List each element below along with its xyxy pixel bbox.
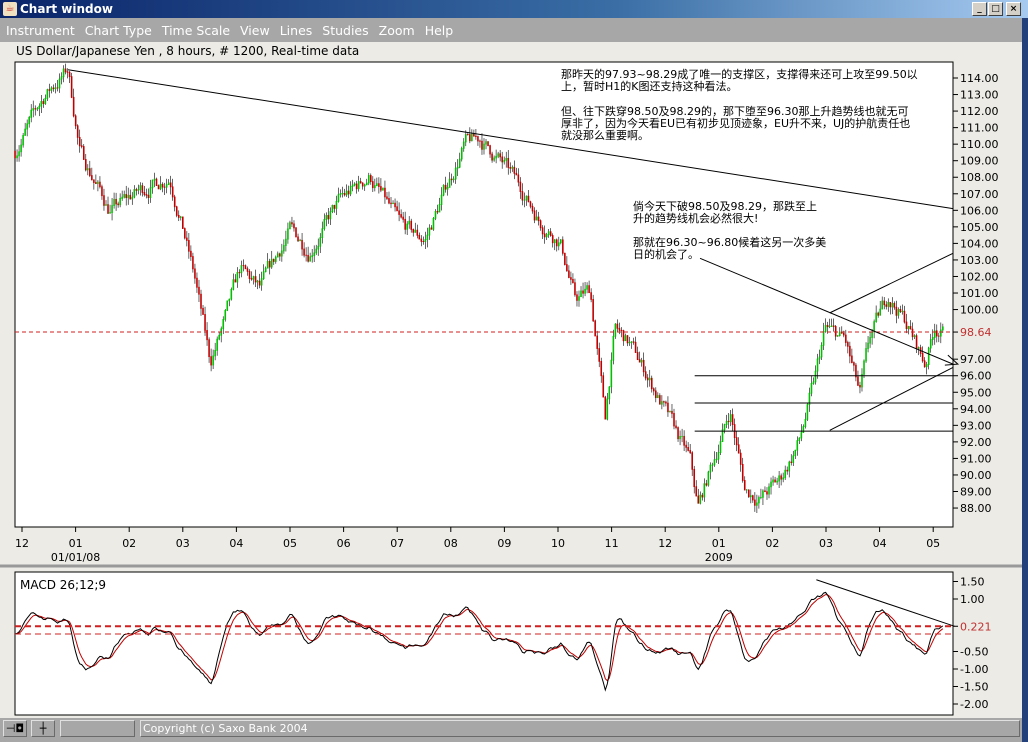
x-tick-label: 12 bbox=[15, 537, 29, 550]
status-field-empty bbox=[60, 720, 135, 737]
x-tick-label: 02 bbox=[122, 537, 136, 550]
x-tick-sublabel: 01/01/08 bbox=[51, 551, 100, 564]
x-tick-label: 08 bbox=[444, 537, 458, 550]
y-tick-label: 102.00 bbox=[960, 270, 999, 283]
y-tick-label: 101.00 bbox=[960, 287, 999, 300]
x-tick-label: 01 bbox=[712, 537, 726, 550]
y-tick-label: 96.00 bbox=[960, 370, 992, 383]
x-tick-label: 03 bbox=[176, 537, 190, 550]
x-tick-label: 01 bbox=[69, 537, 83, 550]
annotation-note-2: 但、往下跌穿98.50及98.29的，那下堕至96.30那上升趋势线也就无可 厚… bbox=[561, 105, 911, 142]
macd-y-tick-label: -0.50 bbox=[960, 646, 988, 659]
macd-y-tick-label: -1.00 bbox=[960, 663, 988, 676]
y-tick-label: 110.00 bbox=[960, 138, 999, 151]
annotation-note-4: 那就在96.30~96.80候着这另一次多美 日的机会了。 bbox=[633, 236, 827, 261]
y-tick-label: 91.00 bbox=[960, 452, 992, 465]
x-tick-label: 04 bbox=[229, 537, 243, 550]
macd-y-tick-label: 1.00 bbox=[960, 593, 985, 606]
y-tick-label: 104.00 bbox=[960, 237, 999, 250]
y-tick-label: 112.00 bbox=[960, 105, 999, 118]
y-tick-label: 111.00 bbox=[960, 122, 999, 135]
status-bar: ⊣◘ ┼ Copyright (c) Saxo Bank 2004 bbox=[0, 718, 1022, 742]
y-tick-label: 106.00 bbox=[960, 204, 999, 217]
pin-icon[interactable]: ⊣◘ bbox=[3, 720, 27, 737]
x-tick-sublabel: 2009 bbox=[705, 551, 733, 564]
y-tick-label: 92.00 bbox=[960, 436, 992, 449]
x-tick-label: 09 bbox=[497, 537, 511, 550]
y-tick-label: 90.00 bbox=[960, 469, 992, 482]
y-tick-label: 93.00 bbox=[960, 419, 992, 432]
x-tick-label: 04 bbox=[873, 537, 887, 550]
x-tick-label: 12 bbox=[658, 537, 672, 550]
macd-y-tick-label: -1.50 bbox=[960, 681, 988, 694]
copyright-text: Copyright (c) Saxo Bank 2004 bbox=[140, 720, 1020, 737]
y-tick-label: 107.00 bbox=[960, 188, 999, 201]
y-tick-label: 88.00 bbox=[960, 502, 992, 515]
y-tick-label: 108.00 bbox=[960, 171, 999, 184]
macd-y-tick-label: -2.00 bbox=[960, 698, 988, 711]
macd-y-tick-label: 1.50 bbox=[960, 576, 985, 589]
annotation-note-3: 倘今天下破98.50及98.29，那跌至上 升的趋势线机会必然很大! bbox=[633, 200, 817, 225]
x-tick-label: 03 bbox=[819, 537, 833, 550]
y-tick-label: 97.00 bbox=[960, 353, 992, 366]
y-tick-label: 103.00 bbox=[960, 254, 999, 267]
y-tick-label: 109.00 bbox=[960, 155, 999, 168]
annotation-note-1: 那昨天的97.93~98.29成了唯一的支撑区，支撑得来还可上攻至99.50以 … bbox=[561, 68, 918, 93]
macd-y-tick-label: 0.221 bbox=[960, 620, 992, 633]
y-tick-label: 100.00 bbox=[960, 304, 999, 317]
macd-label: MACD 26;12;9 bbox=[20, 578, 106, 592]
macd-panel[interactable] bbox=[14, 571, 954, 716]
y-tick-label: 94.00 bbox=[960, 403, 992, 416]
y-tick-label: 95.00 bbox=[960, 386, 992, 399]
x-tick-label: 10 bbox=[551, 537, 565, 550]
y-tick-label: 98.64 bbox=[960, 326, 992, 339]
x-tick-label: 07 bbox=[390, 537, 404, 550]
y-tick-label: 114.00 bbox=[960, 72, 999, 85]
y-tick-label: 113.00 bbox=[960, 89, 999, 102]
x-tick-label: 11 bbox=[605, 537, 619, 550]
x-tick-label: 05 bbox=[926, 537, 940, 550]
x-tick-label: 02 bbox=[765, 537, 779, 550]
window-border bbox=[1022, 18, 1028, 742]
y-tick-label: 89.00 bbox=[960, 486, 992, 499]
x-tick-label: 05 bbox=[283, 537, 297, 550]
crosshair-icon[interactable]: ┼ bbox=[31, 720, 55, 737]
y-tick-label: 105.00 bbox=[960, 221, 999, 234]
x-tick-label: 06 bbox=[337, 537, 351, 550]
